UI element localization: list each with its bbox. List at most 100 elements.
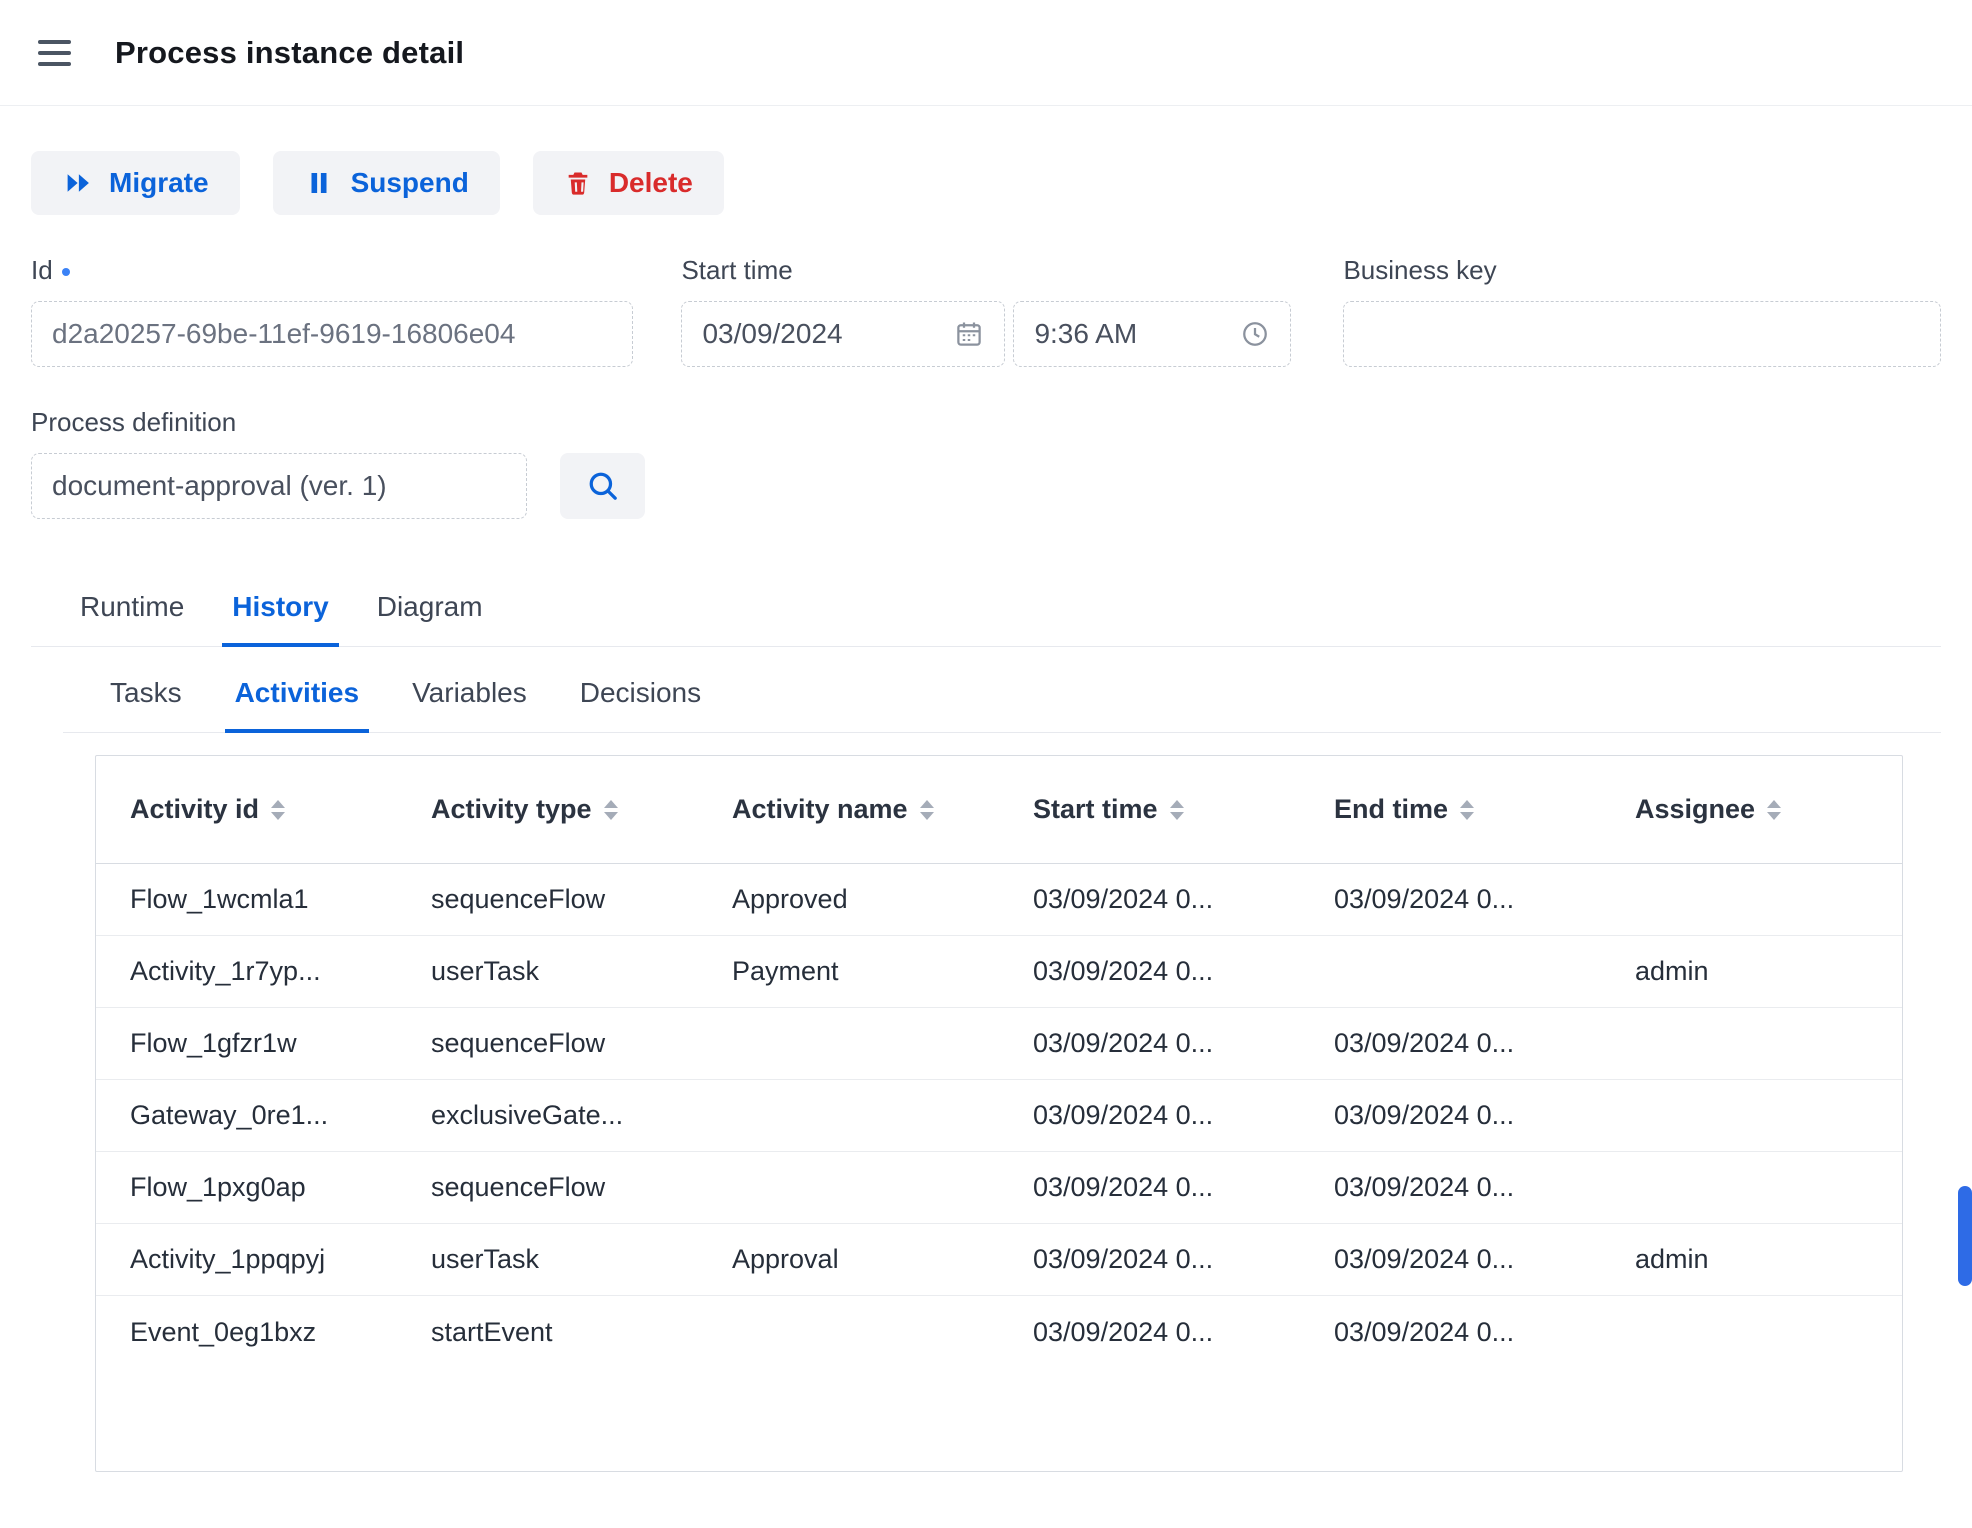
table-cell: admin <box>1635 1244 1709 1274</box>
start-time-input[interactable]: 9:36 AM <box>1013 301 1292 367</box>
business-key-label: Business key <box>1343 255 1497 285</box>
id-label: Id <box>31 255 633 286</box>
delete-label: Delete <box>608 167 693 198</box>
table-body: Flow_1wcmla1 sequenceFlow Approved 03/09/20… <box>96 864 1902 1368</box>
id-input[interactable]: d2a20257-69be-11ef-9619-16806e04 <box>31 301 634 367</box>
column-header-activity-name[interactable]: Activity name <box>698 794 999 825</box>
sort-icon <box>271 799 286 820</box>
suspend-button[interactable]: Suspend <box>272 151 500 215</box>
process-definition-input[interactable]: document-approval (ver. 1) <box>31 453 527 519</box>
business-key-field-group: Business key <box>1343 255 1941 367</box>
table-cell: 03/09/2024 0... <box>1033 1172 1214 1202</box>
subtab-variables[interactable]: Variables <box>402 677 537 733</box>
migrate-label: Migrate <box>109 167 209 198</box>
scrollbar-thumb[interactable] <box>1958 1186 1972 1286</box>
table-header-row: Activity id Activity type Activity name Sta… <box>96 756 1902 864</box>
table-cell: exclusiveGate... <box>431 1100 624 1130</box>
table-row: Gateway_0re1... exclusiveGate... 03/09/202… <box>96 1080 1902 1152</box>
table-cell: 03/09/2024 0... <box>1334 1028 1515 1058</box>
table-cell: 03/09/2024 0... <box>1334 1100 1515 1130</box>
table-cell: Approved <box>732 884 848 914</box>
search-icon <box>589 472 617 500</box>
column-header-activity-id[interactable]: Activity id <box>96 794 397 825</box>
tab-history[interactable]: History <box>222 577 339 647</box>
table-row: Activity_1r7yp... userTask Payment 03/09/20… <box>96 936 1902 1008</box>
table-row: Flow_1wcmla1 sequenceFlow Approved 03/09/20… <box>96 864 1902 936</box>
table-cell: Flow_1gfzr1w <box>130 1028 297 1058</box>
table-cell: Gateway_0re1... <box>130 1100 329 1130</box>
subtab-activities[interactable]: Activities <box>224 677 370 733</box>
id-value: d2a20257-69be-11ef-9619-16806e04 <box>52 318 516 349</box>
table-cell: 03/09/2024 0... <box>1033 1316 1214 1347</box>
action-bar: Migrate Suspend Delete <box>31 151 1941 215</box>
table-cell: 03/09/2024 0... <box>1033 1244 1214 1274</box>
subtab-decisions[interactable]: Decisions <box>570 677 711 733</box>
column-header-activity-type[interactable]: Activity type <box>397 794 698 825</box>
table-cell: admin <box>1635 956 1709 986</box>
table-cell: Flow_1wcmla1 <box>130 884 309 914</box>
table-cell: Event_0eg1bxz <box>130 1316 317 1347</box>
table-cell: userTask <box>431 956 540 986</box>
form-row-1: Id d2a20257-69be-11ef-9619-16806e04 Star… <box>31 255 1941 367</box>
table-row: Event_0eg1bxz startEvent 03/09/2024 0... 03… <box>96 1296 1902 1368</box>
calendar-icon <box>957 322 982 346</box>
process-definition-label: Process definition <box>31 407 237 437</box>
column-header-label: Activity name <box>732 794 908 824</box>
column-header-label: Start time <box>1033 794 1158 824</box>
process-definition-field-group: Process definition document-approval (ve… <box>31 407 527 519</box>
process-definition-search-button[interactable] <box>560 453 645 519</box>
instance-form: Id d2a20257-69be-11ef-9619-16806e04 Star… <box>31 255 1941 519</box>
required-marker <box>61 268 70 276</box>
sort-icon <box>1767 799 1782 820</box>
page-title: Process instance detail <box>115 34 465 70</box>
table-cell: Flow_1pxg0ap <box>130 1172 306 1202</box>
start-date-value: 03/09/2024 <box>702 318 843 349</box>
table-cell: sequenceFlow <box>431 1172 606 1202</box>
tab-runtime[interactable]: Runtime <box>70 577 194 647</box>
delete-button[interactable]: Delete <box>532 151 724 215</box>
table-cell: userTask <box>431 1244 540 1274</box>
business-key-input[interactable] <box>1343 301 1941 367</box>
table-cell: 03/09/2024 0... <box>1033 884 1214 914</box>
table-row: Activity_1ppqpyj userTask Approval 03/09/20… <box>96 1224 1902 1296</box>
table-cell: Payment <box>732 956 839 986</box>
start-time-inputs: 03/09/2024 9:36 AM <box>681 301 1292 367</box>
table-cell: 03/09/2024 0... <box>1334 1244 1515 1274</box>
table-cell: sequenceFlow <box>431 884 606 914</box>
suspend-label: Suspend <box>350 167 469 198</box>
start-date-input[interactable]: 03/09/2024 <box>681 301 1006 367</box>
table-cell: 03/09/2024 0... <box>1033 1028 1214 1058</box>
process-definition-value: document-approval (ver. 1) <box>52 470 387 501</box>
column-header-label: End time <box>1334 794 1449 824</box>
menu-icon[interactable] <box>38 36 71 70</box>
sort-icon <box>1460 799 1475 820</box>
table-cell: Activity_1ppqpyj <box>130 1244 326 1274</box>
column-header-start-time[interactable]: Start time <box>999 794 1300 825</box>
sort-icon <box>1169 799 1184 820</box>
id-field-group: Id d2a20257-69be-11ef-9619-16806e04 <box>31 255 634 367</box>
table-cell: Approval <box>732 1244 839 1274</box>
activities-table: Activity id Activity type Activity name Sta… <box>95 755 1903 1472</box>
pause-icon <box>311 173 327 193</box>
column-header-label: Activity type <box>431 794 592 824</box>
column-header-assignee[interactable]: Assignee <box>1601 794 1902 825</box>
migrate-button[interactable]: Migrate <box>31 151 240 215</box>
main-tabs: Runtime History Diagram <box>31 577 1941 647</box>
sort-icon <box>919 799 934 820</box>
clock-icon <box>1243 322 1268 346</box>
table-cell: 03/09/2024 0... <box>1033 956 1214 986</box>
id-label-text: Id <box>31 255 53 285</box>
table-cell: 03/09/2024 0... <box>1334 1172 1515 1202</box>
app-header: Process instance detail <box>0 0 1972 106</box>
fast-forward-icon <box>67 174 89 192</box>
column-header-end-time[interactable]: End time <box>1300 794 1601 825</box>
table-cell: startEvent <box>431 1316 553 1347</box>
start-time-field-group: Start time 03/09/2024 9:36 AM <box>681 255 1292 367</box>
process-instance-detail-page: Process instance detail Migrate Suspend … <box>0 0 1972 1528</box>
column-header-label: Assignee <box>1635 794 1756 824</box>
table-cell: 03/09/2024 0... <box>1334 884 1515 914</box>
tab-diagram[interactable]: Diagram <box>367 577 493 647</box>
sort-icon <box>603 799 618 820</box>
subtab-tasks[interactable]: Tasks <box>100 677 192 733</box>
table-cell: sequenceFlow <box>431 1028 606 1058</box>
